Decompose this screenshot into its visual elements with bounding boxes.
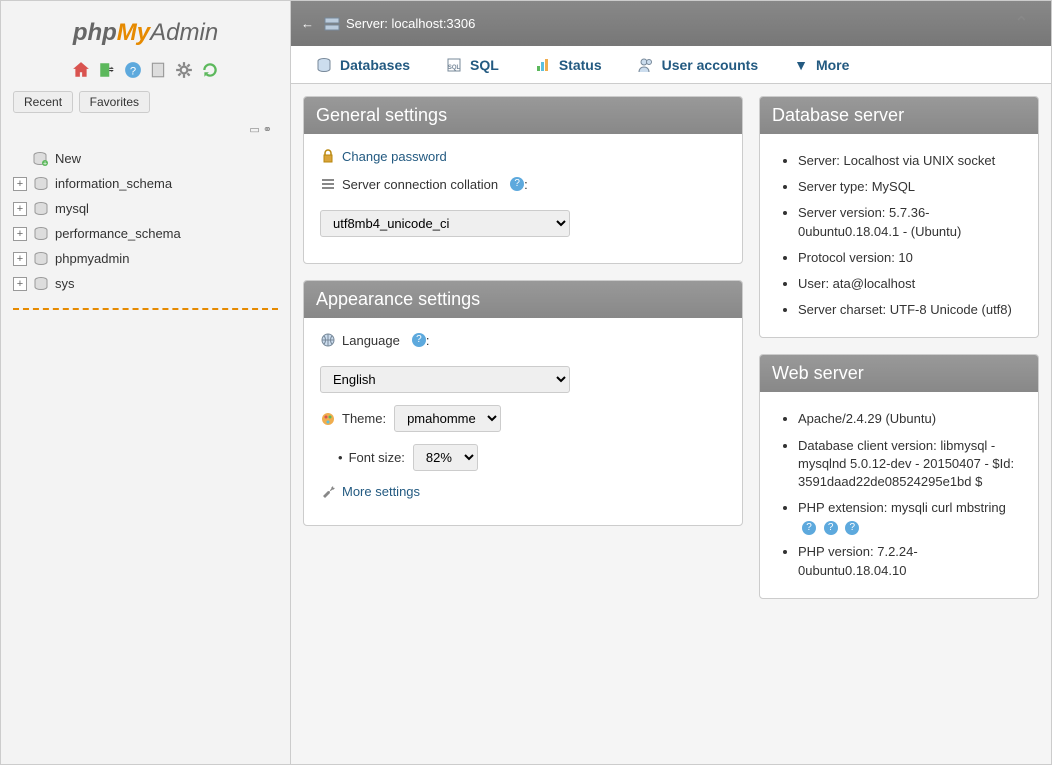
appearance-settings-panel: Appearance settings Language ?: English: [303, 280, 743, 526]
more-settings-link[interactable]: More settings: [342, 484, 420, 499]
sidebar: phpMyAdmin ? Recent Favorites ▭ ⚭ + New …: [1, 1, 291, 764]
triangle-down-icon: ▼: [794, 57, 808, 73]
help-icon[interactable]: ?: [845, 521, 859, 535]
svg-text:SQL: SQL: [448, 65, 461, 71]
server-icon: [324, 17, 340, 31]
list-item: Server: Localhost via UNIX socket: [798, 148, 1022, 174]
breadcrumb-bar: ← Server: localhost:3306 ⌃: [291, 1, 1051, 46]
font-size-label: Font size:: [349, 450, 405, 465]
help-icon[interactable]: ?: [510, 177, 524, 191]
home-icon[interactable]: [72, 61, 90, 79]
collapse-all-icon[interactable]: ▭: [249, 124, 259, 136]
language-label: Language: [342, 333, 400, 348]
font-size-select[interactable]: 82%: [413, 444, 478, 471]
password-icon: [320, 148, 336, 164]
database-server-panel: Database server Server: Localhost via UN…: [759, 96, 1039, 338]
new-db-label: New: [55, 151, 81, 166]
change-password-link[interactable]: Change password: [342, 149, 447, 164]
db-item-phpmyadmin[interactable]: + phpmyadmin: [9, 246, 282, 271]
sql-icon: SQL: [446, 57, 462, 73]
tab-status[interactable]: Status: [518, 46, 619, 83]
wrench-icon: [320, 483, 336, 499]
tab-more[interactable]: ▼ More: [777, 46, 866, 83]
list-item: Apache/2.4.29 (Ubuntu): [798, 406, 1022, 432]
help-icon[interactable]: ?: [412, 333, 426, 347]
expand-icon[interactable]: +: [13, 227, 27, 241]
expand-icon[interactable]: +: [13, 252, 27, 266]
list-item: User: ata@localhost: [798, 271, 1022, 297]
db-item-sys[interactable]: + sys: [9, 271, 282, 296]
collation-icon: [320, 176, 336, 192]
tab-databases[interactable]: Databases: [299, 46, 427, 83]
back-arrow-icon[interactable]: ←: [301, 16, 314, 31]
language-icon: [320, 332, 336, 348]
reload-icon[interactable]: [201, 61, 219, 79]
help-icon[interactable]: ?: [824, 521, 838, 535]
sidebar-quick-icons: ?: [1, 55, 290, 85]
db-item-mysql[interactable]: + mysql: [9, 196, 282, 221]
divider: [13, 308, 278, 310]
theme-label: Theme:: [342, 411, 386, 426]
new-database-link[interactable]: + New: [9, 146, 282, 171]
main-nav-tabs: Databases SQL SQL Status User accounts ▼…: [291, 46, 1051, 84]
collation-label: Server connection collation: [342, 177, 498, 192]
panel-title: General settings: [304, 97, 742, 134]
settings-gear-icon[interactable]: [175, 61, 193, 79]
database-icon: [33, 277, 49, 291]
web-server-panel: Web server Apache/2.4.29 (Ubuntu) Databa…: [759, 354, 1039, 599]
db-label: phpmyadmin: [55, 251, 129, 266]
list-item: Server charset: UTF-8 Unicode (utf8): [798, 297, 1022, 323]
help-icon[interactable]: ?: [802, 521, 816, 535]
db-label: sys: [55, 276, 75, 291]
general-settings-panel: General settings Change password Server …: [303, 96, 743, 264]
database-icon: [33, 227, 49, 241]
breadcrumb-text[interactable]: Server: localhost:3306: [346, 16, 475, 31]
list-item: Database client version: libmysql - mysq…: [798, 433, 1022, 496]
new-db-icon: +: [33, 152, 49, 166]
database-icon: [33, 202, 49, 216]
panel-title: Database server: [760, 97, 1038, 134]
db-label: information_schema: [55, 176, 172, 191]
tab-sql[interactable]: SQL SQL: [429, 46, 516, 83]
expand-icon[interactable]: +: [13, 277, 27, 291]
users-icon: [638, 57, 654, 73]
database-icon: [33, 252, 49, 266]
status-icon: [535, 57, 551, 73]
favorites-tab[interactable]: Favorites: [79, 91, 150, 113]
list-item: Server type: MySQL: [798, 174, 1022, 200]
db-label: performance_schema: [55, 226, 181, 241]
language-select[interactable]: English: [320, 366, 570, 393]
database-icon: [33, 177, 49, 191]
list-item: Protocol version: 10: [798, 245, 1022, 271]
collation-select[interactable]: utf8mb4_unicode_ci: [320, 210, 570, 237]
link-icon[interactable]: ⚭: [263, 124, 272, 136]
recent-tab[interactable]: Recent: [13, 91, 73, 113]
collapse-panel-icon[interactable]: ⌃: [1002, 7, 1041, 40]
svg-text:+: +: [43, 160, 47, 166]
expand-icon[interactable]: +: [13, 177, 27, 191]
panel-title: Web server: [760, 355, 1038, 392]
list-item: Server version: 5.7.36-0ubuntu0.18.04.1 …: [798, 200, 1022, 244]
phpmyadmin-logo[interactable]: phpMyAdmin: [1, 11, 290, 55]
svg-text:?: ?: [130, 66, 136, 78]
db-label: mysql: [55, 201, 89, 216]
theme-icon: [320, 411, 336, 427]
theme-select[interactable]: pmahomme: [394, 405, 501, 432]
panel-title: Appearance settings: [304, 281, 742, 318]
sql-docs-icon[interactable]: [149, 61, 167, 79]
main-content: ← Server: localhost:3306 ⌃ Databases SQL…: [291, 1, 1051, 764]
docs-icon[interactable]: ?: [124, 61, 142, 79]
databases-icon: [316, 57, 332, 73]
tab-user-accounts[interactable]: User accounts: [621, 46, 775, 83]
list-item: PHP extension: mysqli curl mbstring ? ? …: [798, 495, 1022, 539]
database-tree: + New + information_schema + mysql + per…: [1, 140, 290, 302]
list-item: PHP version: 7.2.24-0ubuntu0.18.04.10: [798, 539, 1022, 583]
expand-icon[interactable]: +: [13, 202, 27, 216]
db-item-performance-schema[interactable]: + performance_schema: [9, 221, 282, 246]
db-item-information-schema[interactable]: + information_schema: [9, 171, 282, 196]
logout-icon[interactable]: [98, 61, 116, 79]
